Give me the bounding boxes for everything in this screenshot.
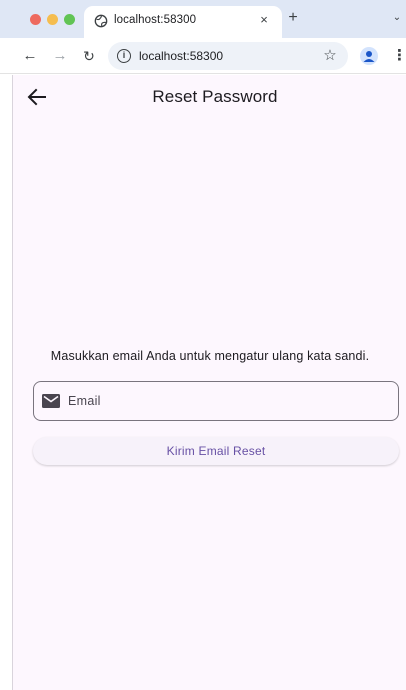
tab-title: localhost:58300	[114, 14, 197, 26]
new-tab-button[interactable]: +	[284, 9, 302, 27]
address-bar[interactable]: i localhost:58300 ☆	[108, 42, 348, 70]
site-info-icon[interactable]: i	[117, 49, 131, 63]
profile-avatar[interactable]	[360, 47, 378, 65]
page-title: Reset Password	[152, 87, 278, 106]
send-reset-email-button[interactable]: Kirim Email Reset	[33, 437, 399, 465]
email-input[interactable]	[68, 382, 388, 420]
reload-button[interactable]: ↻	[79, 46, 99, 66]
browser-window: localhost:58300 × + ⌄ ← → ↻ i localhost:…	[0, 0, 406, 690]
maximize-window-button[interactable]	[64, 14, 75, 25]
tab-strip: localhost:58300 × + ⌄	[0, 0, 406, 38]
address-url[interactable]: localhost:58300	[139, 49, 223, 63]
app-bar: Reset Password	[13, 75, 406, 119]
tab-close-icon[interactable]: ×	[256, 12, 272, 28]
close-window-button[interactable]	[30, 14, 41, 25]
globe-icon	[94, 14, 108, 28]
browser-menu-icon[interactable]: ⋮	[392, 46, 406, 66]
mail-icon	[42, 394, 60, 408]
instruction-text: Masukkan email Anda untuk mengatur ulang…	[50, 349, 370, 363]
app-viewport: Reset Password Masukkan email Anda untuk…	[12, 75, 406, 690]
browser-toolbar: ← → ↻ i localhost:58300 ☆ ⋮	[0, 38, 406, 74]
bookmark-star-icon[interactable]: ☆	[320, 46, 340, 66]
browser-back-button[interactable]: ←	[20, 46, 40, 66]
browser-tab-active[interactable]: localhost:58300 ×	[84, 6, 282, 38]
browser-forward-button[interactable]: →	[50, 46, 70, 66]
person-icon	[363, 51, 375, 62]
tab-search-chevron-icon[interactable]: ⌄	[390, 11, 404, 25]
email-field[interactable]	[33, 381, 399, 421]
minimize-window-button[interactable]	[47, 14, 58, 25]
